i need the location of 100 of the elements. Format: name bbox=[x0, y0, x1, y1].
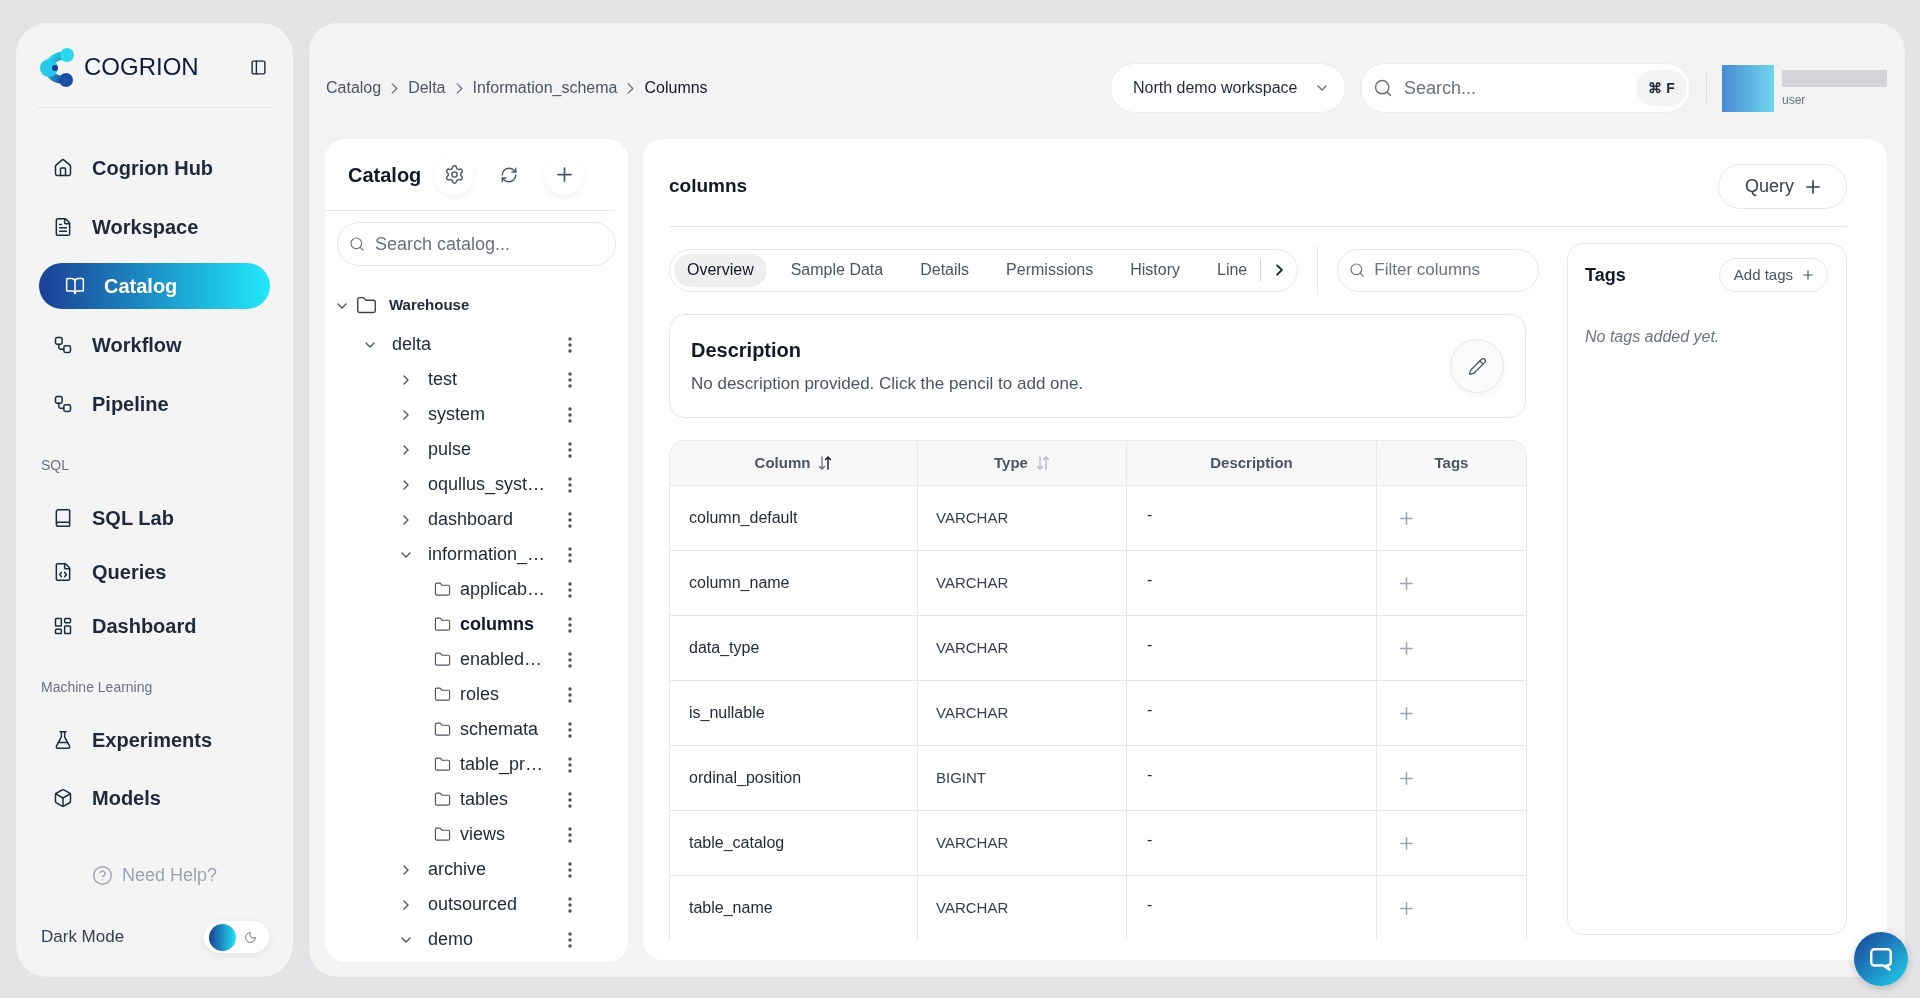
page-title: columns bbox=[669, 174, 748, 199]
tree-item[interactable]: information_… bbox=[428, 541, 546, 568]
table-cell: VARCHAR bbox=[918, 876, 1127, 940]
dark-mode-toggle[interactable] bbox=[204, 921, 269, 953]
book-icon bbox=[53, 508, 73, 528]
nav-item[interactable]: Dashboard bbox=[39, 603, 270, 649]
folder-icon bbox=[434, 686, 451, 703]
chevron-down-icon[interactable] bbox=[365, 341, 375, 348]
more-vertical-icon[interactable] bbox=[568, 546, 572, 563]
tree-item[interactable]: enabled… bbox=[460, 646, 543, 673]
chevron-right-icon[interactable] bbox=[403, 864, 409, 875]
table-cell: VARCHAR bbox=[918, 616, 1127, 680]
column-header[interactable]: Column bbox=[670, 441, 918, 485]
chevron-right-icon[interactable] bbox=[403, 479, 409, 490]
nav-item[interactable]: Queries bbox=[39, 549, 270, 595]
sort-arrows-icon[interactable] bbox=[818, 456, 833, 470]
breadcrumb-link[interactable]: Catalog bbox=[326, 76, 382, 100]
tree-item[interactable]: demo bbox=[428, 926, 474, 953]
filter-field[interactable]: Filter columns bbox=[1337, 248, 1540, 292]
nav-item[interactable]: Catalog bbox=[39, 263, 270, 309]
tree-item[interactable]: pulse bbox=[428, 436, 472, 463]
more-vertical-icon[interactable] bbox=[568, 791, 572, 808]
tags-title: Tags bbox=[1585, 263, 1626, 287]
search-icon bbox=[1373, 78, 1393, 98]
more-vertical-icon[interactable] bbox=[568, 651, 572, 668]
catalog-search-field[interactable]: Search catalog... bbox=[337, 222, 616, 266]
tree-item[interactable]: test bbox=[428, 366, 457, 393]
more-vertical-icon[interactable] bbox=[568, 616, 572, 633]
tree-item[interactable]: applicab… bbox=[460, 576, 546, 603]
nav-item[interactable]: Workspace bbox=[39, 204, 270, 250]
tree-item[interactable]: roles bbox=[460, 681, 499, 708]
workflow-icon bbox=[53, 335, 73, 355]
sidebar-toggle-icon[interactable] bbox=[250, 58, 267, 76]
tree-item[interactable]: views bbox=[460, 821, 505, 848]
section-label: Machine Learning bbox=[40, 677, 154, 697]
nav-item[interactable]: Models bbox=[39, 775, 270, 821]
cube-icon bbox=[53, 788, 73, 808]
tab[interactable]: Sample Data bbox=[777, 253, 897, 287]
table-cell: ordinal_position bbox=[670, 746, 918, 810]
more-vertical-icon[interactable] bbox=[568, 441, 572, 458]
more-vertical-icon[interactable] bbox=[568, 336, 572, 353]
chevron-down-icon[interactable] bbox=[401, 551, 411, 558]
table-cell: is_nullable bbox=[670, 681, 918, 745]
chevron-down-icon[interactable] bbox=[337, 302, 347, 309]
tree-item[interactable]: table_pr… bbox=[460, 751, 544, 778]
chevron-right-icon[interactable] bbox=[403, 374, 409, 385]
tab[interactable]: Permissions bbox=[993, 253, 1107, 287]
nav-item[interactable]: Pipeline bbox=[39, 381, 270, 427]
tab[interactable]: History bbox=[1117, 253, 1193, 287]
tab[interactable]: Line bbox=[1204, 253, 1261, 287]
tree-item[interactable]: system bbox=[428, 401, 485, 428]
breadcrumb-current[interactable]: Columns bbox=[644, 76, 708, 100]
more-vertical-icon[interactable] bbox=[568, 861, 572, 878]
table-cell: BIGINT bbox=[918, 746, 1127, 810]
tree-item[interactable]: tables bbox=[460, 786, 509, 813]
breadcrumb-link[interactable]: Delta bbox=[408, 76, 446, 100]
more-vertical-icon[interactable] bbox=[568, 406, 572, 423]
column-header[interactable]: Type bbox=[918, 441, 1127, 485]
nav-item[interactable]: Cogrion Hub bbox=[39, 145, 270, 191]
edit-button[interactable] bbox=[1450, 339, 1504, 393]
chat-bubble-icon bbox=[1868, 946, 1894, 972]
tree-item[interactable]: Warehouse bbox=[389, 294, 470, 317]
tree-item[interactable]: columns bbox=[460, 611, 534, 638]
avatar-image[interactable] bbox=[1722, 64, 1774, 112]
more-vertical-icon[interactable] bbox=[568, 371, 572, 388]
empty-message: No tags added yet. bbox=[1585, 327, 1721, 347]
more-vertical-icon[interactable] bbox=[568, 931, 572, 948]
tab[interactable]: Overview bbox=[674, 253, 767, 287]
tree-item[interactable]: dashboard bbox=[428, 506, 514, 533]
folder-icon bbox=[434, 581, 451, 598]
nav-item[interactable]: Experiments bbox=[39, 717, 270, 763]
more-vertical-icon[interactable] bbox=[568, 721, 572, 738]
more-vertical-icon[interactable] bbox=[568, 896, 572, 913]
chevron-right-icon[interactable] bbox=[403, 899, 409, 910]
more-vertical-icon[interactable] bbox=[568, 756, 572, 773]
tree-item[interactable]: archive bbox=[428, 856, 487, 883]
workspace-dropdown[interactable]: North demo workspace bbox=[1110, 63, 1346, 113]
more-vertical-icon[interactable] bbox=[568, 686, 572, 703]
table-cell: - bbox=[1127, 811, 1377, 875]
tree-item[interactable]: oqullus_syst… bbox=[428, 471, 546, 498]
code-file-icon bbox=[53, 562, 73, 582]
breadcrumb-link[interactable]: Information_schema bbox=[472, 76, 618, 100]
open-book-icon bbox=[65, 276, 85, 296]
tree-item[interactable]: schemata bbox=[460, 716, 539, 743]
more-vertical-icon[interactable] bbox=[568, 826, 572, 843]
chevron-down-icon[interactable] bbox=[401, 936, 411, 943]
more-vertical-icon[interactable] bbox=[568, 476, 572, 493]
nav-item[interactable]: SQL Lab bbox=[39, 495, 270, 541]
more-vertical-icon[interactable] bbox=[568, 581, 572, 598]
tree-item[interactable]: outsourced bbox=[428, 891, 518, 918]
chevron-right-icon[interactable] bbox=[403, 444, 409, 455]
pencil-icon bbox=[1467, 356, 1487, 376]
folder-icon bbox=[434, 616, 451, 633]
chevron-right-icon[interactable] bbox=[403, 514, 409, 525]
tree-item[interactable]: delta bbox=[392, 331, 432, 358]
nav-item[interactable]: Workflow bbox=[39, 322, 270, 368]
tab[interactable]: Details bbox=[907, 253, 983, 287]
chevron-right-icon[interactable] bbox=[403, 409, 409, 420]
more-vertical-icon[interactable] bbox=[568, 511, 572, 528]
logo-icon bbox=[40, 47, 76, 87]
